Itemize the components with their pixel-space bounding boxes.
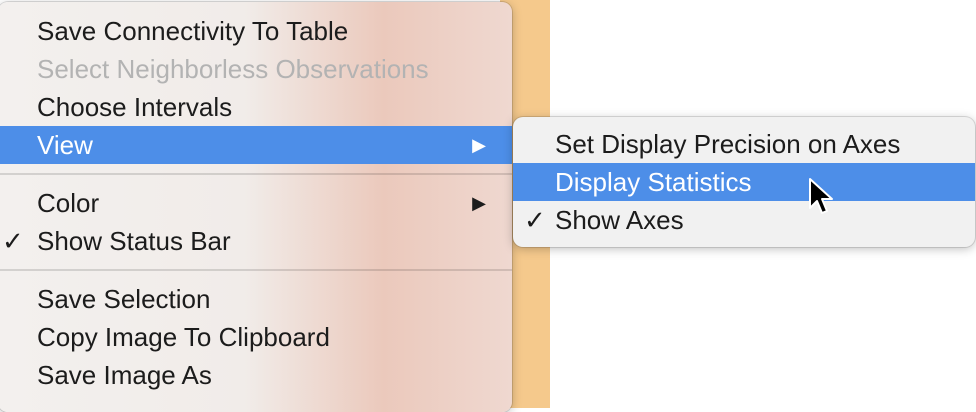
menu-item-label: Display Statistics (555, 167, 752, 197)
submenu-arrow-icon: ▶ (472, 135, 486, 155)
menu-item-label: Show Status Bar (37, 226, 231, 256)
menu-item-label: Save Connectivity To Table (37, 16, 349, 46)
menu-item-view[interactable]: View ▶ (0, 126, 512, 164)
menu-item-label: Choose Intervals (37, 92, 233, 122)
menu-item-label: Set Display Precision on Axes (555, 129, 901, 159)
context-menu: Save Connectivity To Table Select Neighb… (0, 2, 512, 412)
checkmark-icon: ✓ (2, 226, 24, 256)
menu-separator (0, 173, 512, 175)
menu-item-label: Save Image As (37, 360, 212, 390)
menu-item-label: Save Selection (37, 284, 211, 314)
menu-item-save-connectivity-to-table[interactable]: Save Connectivity To Table (0, 12, 512, 50)
menu-item-choose-intervals[interactable]: Choose Intervals (0, 88, 512, 126)
menu-item-label: View (37, 130, 93, 160)
menu-item-color[interactable]: Color ▶ (0, 184, 512, 222)
menu-item-show-status-bar[interactable]: ✓ Show Status Bar (0, 222, 512, 260)
menu-separator (0, 269, 512, 271)
menu-item-save-image-as[interactable]: Save Image As (0, 356, 512, 394)
menu-item-save-selection[interactable]: Save Selection (0, 280, 512, 318)
menu-item-show-axes[interactable]: ✓ Show Axes (513, 201, 975, 239)
menu-item-label: Color (37, 188, 100, 218)
view-submenu: Set Display Precision on Axes Display St… (513, 117, 975, 247)
menu-item-set-display-precision-on-axes[interactable]: Set Display Precision on Axes (513, 125, 975, 163)
submenu-arrow-icon: ▶ (472, 193, 486, 213)
checkmark-icon: ✓ (524, 205, 546, 235)
menu-item-select-neighborless-observations: Select Neighborless Observations (0, 50, 512, 88)
mouse-pointer-icon (809, 178, 833, 214)
menu-item-label: Show Axes (555, 205, 684, 235)
menu-item-display-statistics[interactable]: Display Statistics (513, 163, 975, 201)
menu-item-label: Select Neighborless Observations (37, 54, 429, 84)
menu-item-copy-image-to-clipboard[interactable]: Copy Image To Clipboard (0, 318, 512, 356)
menu-item-label: Copy Image To Clipboard (37, 322, 330, 352)
